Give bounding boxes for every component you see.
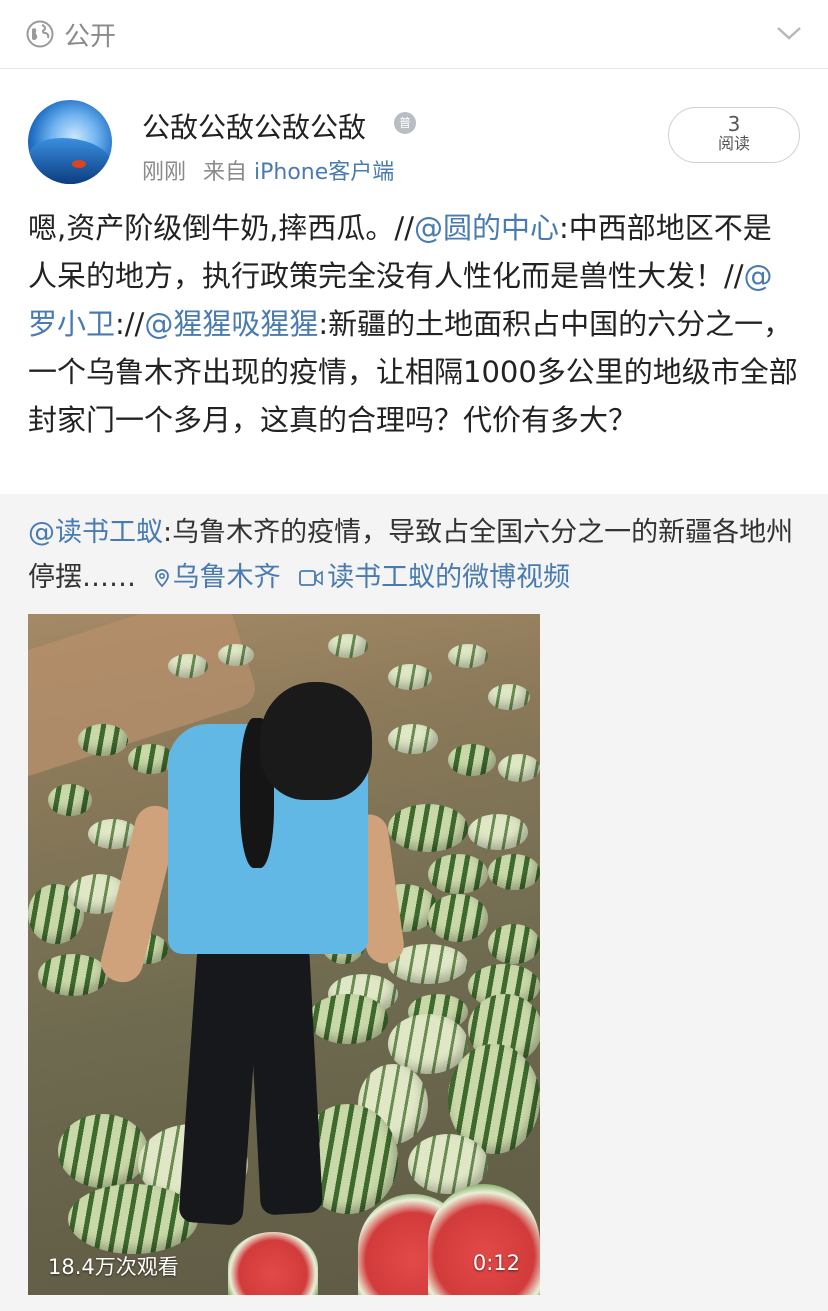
source-link[interactable]: iPhone客户端	[254, 160, 394, 185]
mention-link[interactable]: @猩猩吸猩猩	[144, 307, 318, 341]
visibility-bar[interactable]: 公开	[0, 0, 828, 69]
visibility-label: 公开	[64, 22, 117, 52]
chevron-down-icon[interactable]	[774, 22, 804, 44]
author-name[interactable]: 公敌公敌公敌公敌	[142, 106, 366, 146]
post-time: 刚刚	[142, 160, 187, 185]
post-source: 来自 iPhone客户端	[203, 154, 394, 186]
medal-icon: 普	[394, 112, 416, 134]
read-label: 阅读	[717, 134, 750, 153]
video-link[interactable]: 读书工蚁的微博视频	[289, 562, 570, 593]
location-pin-icon	[154, 569, 169, 587]
repost-author-mention[interactable]: @读书工蚁	[28, 517, 163, 548]
mention-link[interactable]: @圆的中心	[414, 211, 559, 245]
video-duration: 0:12	[472, 1251, 520, 1275]
post-text-segment: 嗯,资产阶级倒牛奶,摔西瓜。//	[28, 211, 414, 245]
location-text: 乌鲁木齐	[172, 562, 281, 593]
repost-body: @读书工蚁:乌鲁木齐的疫情，导致占全国六分之一的新疆各地州停摆…… 乌鲁木齐 读…	[28, 510, 800, 600]
source-prefix: 来自	[203, 160, 248, 185]
video-icon	[299, 570, 323, 586]
location-link[interactable]: 乌鲁木齐	[145, 562, 281, 593]
video-view-count: 18.4万次观看	[48, 1255, 179, 1279]
post-text-segment: ://	[115, 307, 145, 341]
read-count-badge: 3 阅读	[668, 107, 800, 163]
video-player[interactable]: 18.4万次观看 0:12	[28, 614, 540, 1295]
globe-icon	[26, 20, 54, 48]
read-count: 3	[727, 112, 741, 136]
video-link-text: 读书工蚁的微博视频	[327, 562, 571, 593]
avatar[interactable]	[28, 100, 112, 184]
post-body: 嗯,资产阶级倒牛奶,摔西瓜。//@圆的中心:中西部地区不是人呆的地方，执行政策完…	[28, 204, 800, 444]
repost-card[interactable]: @读书工蚁:乌鲁木齐的疫情，导致占全国六分之一的新疆各地州停摆…… 乌鲁木齐 读…	[0, 494, 828, 1311]
